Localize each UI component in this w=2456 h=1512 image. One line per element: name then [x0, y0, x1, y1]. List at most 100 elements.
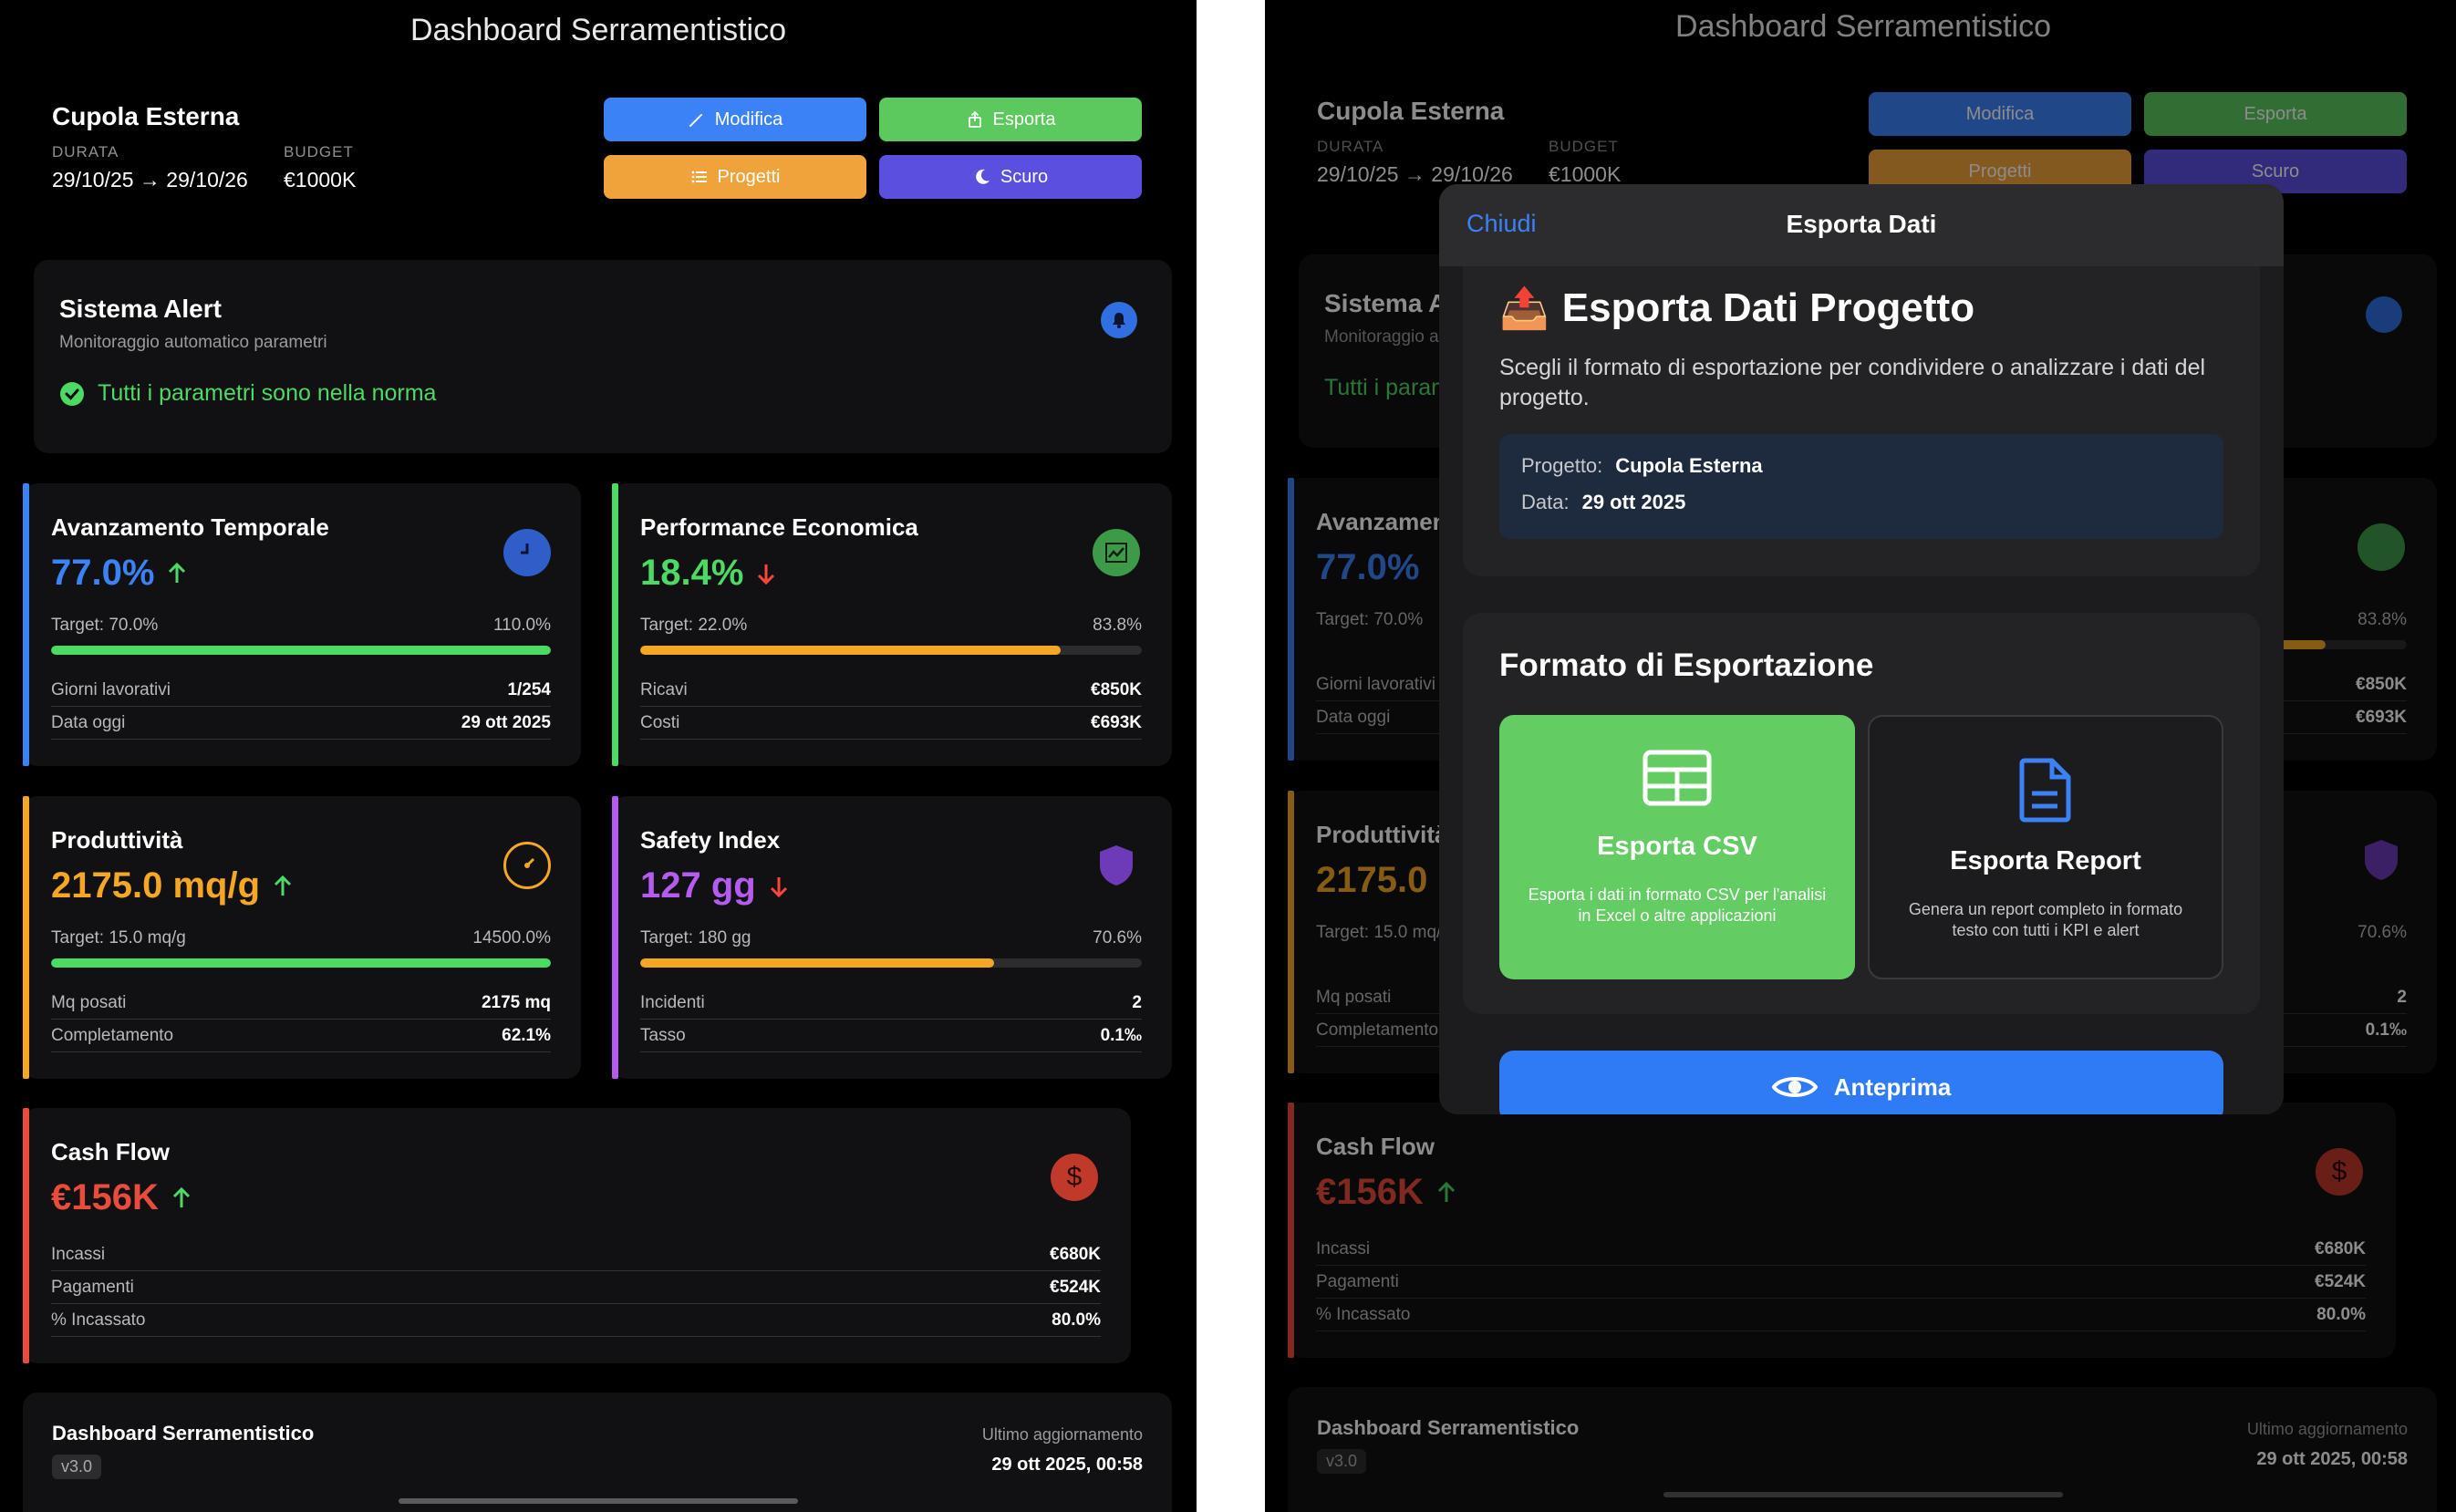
row-label: Pagamenti: [51, 1278, 134, 1297]
preview-button[interactable]: Anteprima: [1499, 1051, 2223, 1114]
row-value: 2: [1132, 993, 1142, 1012]
row-value: 0.1‰: [1100, 1026, 1142, 1045]
clock-icon: [503, 529, 551, 576]
kpi-detail-row: % Incassato 80.0%: [51, 1305, 1101, 1337]
kpi-progress-bar: [51, 646, 551, 655]
info-date-label: Data:: [1521, 491, 1570, 513]
export-report-option[interactable]: Esporta Report Genera un report completo…: [1868, 715, 2223, 979]
edit-button-label: Modifica: [714, 109, 783, 129]
duration-value: 29/10/25 → 29/10/26: [52, 168, 248, 192]
kpi-ratio: 14500.0%: [472, 928, 551, 948]
pencil-icon: [689, 114, 702, 127]
speedometer-icon: [503, 842, 551, 889]
kpi-detail-row: Tasso 0.1‰: [640, 1020, 1142, 1052]
kpi-detail-row: Giorni lavorativi 1/254: [51, 675, 551, 707]
export-modal: Chiudi Esporta Dati 📤 Esporta Dati Proge…: [1439, 184, 2284, 1114]
shield-icon: [1093, 842, 1140, 889]
row-label: Costi: [640, 713, 680, 732]
kpi-progress-bar: [51, 958, 551, 968]
duration-label: DURATA: [52, 143, 119, 161]
kpi-target-row: Target: 70.0% 110.0%: [51, 616, 551, 636]
version-badge: v3.0: [52, 1455, 102, 1479]
kpi-value: 18.4%: [640, 553, 778, 594]
theme-button-label: Scuro: [1000, 166, 1049, 187]
alert-card: Sistema Alert Monitoraggio automatico pa…: [34, 260, 1172, 453]
kpi-value: €156K: [51, 1177, 193, 1218]
modal-header: Chiudi Esporta Dati: [1439, 184, 2284, 266]
document-icon: [2019, 758, 2071, 823]
kpi-title: Cash Flow: [51, 1138, 171, 1165]
home-indicator[interactable]: [399, 1498, 798, 1504]
alert-status: Tutti i parametri sono nella norma: [59, 380, 436, 407]
row-value: €850K: [1091, 680, 1142, 699]
export-csv-description: Esporta i dati in formato CSV per l'anal…: [1528, 885, 1827, 925]
arrow-down-icon: [758, 564, 775, 585]
row-label: % Incassato: [51, 1310, 146, 1330]
export-csv-title: Esporta CSV: [1597, 832, 1757, 861]
bell-icon[interactable]: [1101, 302, 1137, 338]
row-value: 1/254: [507, 680, 551, 699]
kpi-title: Avanzamento Temporale: [51, 513, 329, 541]
row-label: Incassi: [51, 1245, 106, 1264]
arrow-up-icon: [172, 1186, 190, 1207]
theme-button[interactable]: Scuro: [879, 155, 1142, 199]
kpi-target-row: Target: 22.0% 83.8%: [640, 616, 1142, 636]
list-icon: [691, 171, 707, 183]
info-date-value: 29 ott 2025: [1581, 491, 1686, 513]
row-value: 2175 mq: [481, 993, 551, 1012]
edit-button[interactable]: Modifica: [604, 98, 866, 141]
row-label: Giorni lavorativi: [51, 680, 171, 699]
info-date-row: Data: 29 ott 2025: [1521, 491, 1685, 514]
arrow-down-icon: [770, 876, 787, 897]
kpi-card-temporal: Avanzamento Temporale 77.0% Target: 70.0…: [23, 483, 581, 766]
export-button[interactable]: Esporta: [879, 98, 1142, 141]
updated-label: Ultimo aggiornamento: [981, 1425, 1143, 1444]
eye-icon: [1771, 1077, 1818, 1097]
row-label: Mq posati: [51, 993, 127, 1012]
kpi-value: 2175.0 mq/g: [51, 865, 295, 906]
row-label: Completamento: [51, 1026, 174, 1045]
row-value: 62.1%: [502, 1026, 551, 1045]
share-icon: [968, 110, 981, 128]
kpi-detail-row: Completamento 62.1%: [51, 1020, 551, 1052]
kpi-ratio: 70.6%: [1093, 928, 1142, 948]
kpi-detail-row: Incassi €680K: [51, 1239, 1101, 1271]
moon-icon: [976, 169, 990, 184]
kpi-progress-bar: [640, 646, 1142, 655]
footer-title: Dashboard Serramentistico: [52, 1422, 315, 1445]
projects-button[interactable]: Progetti: [604, 155, 866, 199]
arrow-up-icon: [169, 562, 186, 583]
row-label: Ricavi: [640, 680, 688, 699]
kpi-detail-row: Pagamenti €524K: [51, 1272, 1101, 1304]
dollar-icon: $: [1051, 1154, 1098, 1201]
kpi-detail-row: Costi €693K: [640, 708, 1142, 740]
kpi-target-row: Target: 180 gg 70.6%: [640, 928, 1142, 948]
kpi-title: Safety Index: [640, 826, 781, 854]
kpi-progress-bar: [640, 958, 1142, 968]
project-name: Cupola Esterna: [52, 102, 240, 130]
row-label: Incidenti: [640, 993, 705, 1012]
export-button-label: Esporta: [992, 109, 1056, 129]
info-project-row: Progetto: Cupola Esterna: [1521, 454, 1763, 478]
modal-heading-text: Esporta Dati Progetto: [1561, 285, 1975, 330]
kpi-value-text: 18.4%: [640, 553, 744, 593]
kpi-target-row: Target: 15.0 mq/g 14500.0%: [51, 928, 551, 948]
export-modal-screen: Dashboard Serramentistico Cupola Esterna…: [1265, 0, 2456, 1512]
export-csv-option[interactable]: Esporta CSV Esporta i dati in formato CS…: [1499, 715, 1855, 979]
updated-value: 29 ott 2025, 00:58: [991, 1455, 1143, 1475]
row-label: Tasso: [640, 1026, 686, 1045]
budget-value: €1000K: [284, 168, 357, 192]
modal-description: Scegli il formato di esportazione per co…: [1499, 355, 2206, 410]
project-info-box: Progetto: Cupola Esterna Data: 29 ott 2025: [1499, 434, 2223, 539]
kpi-detail-row: Data oggi 29 ott 2025: [51, 708, 551, 740]
budget-label: BUDGET: [284, 143, 354, 161]
kpi-value: 77.0%: [51, 553, 189, 594]
checkmark-icon: [60, 381, 84, 406]
footer-card: Dashboard Serramentistico v3.0 Ultimo ag…: [23, 1393, 1172, 1512]
outbox-tray-icon: 📤: [1499, 286, 1549, 331]
kpi-value: 127 gg: [640, 865, 791, 906]
alert-subtitle: Monitoraggio automatico parametri: [59, 333, 327, 352]
kpi-card-economic: Performance Economica 18.4% Target: 22.0…: [612, 483, 1172, 766]
row-value: 80.0%: [1052, 1310, 1101, 1330]
kpi-value-text: 127 gg: [640, 865, 756, 906]
